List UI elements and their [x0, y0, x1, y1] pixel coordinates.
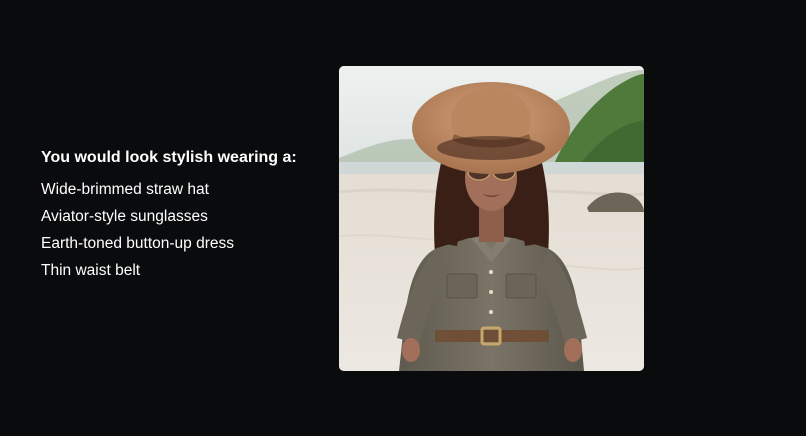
- portrait-photo: [339, 66, 644, 371]
- suggestions-heading: You would look stylish wearing a:: [41, 149, 297, 166]
- straw-hat: [412, 82, 570, 174]
- suggestion-item: Wide-brimmed straw hat: [41, 181, 209, 198]
- portrait-illustration: [339, 66, 644, 371]
- thin-belt: [435, 330, 549, 342]
- suggestion-item: Aviator-style sunglasses: [41, 208, 208, 225]
- suggestions-list: Wide-brimmed straw hat Aviator-style sun…: [41, 176, 321, 284]
- outfit-suggestions: You would look stylish wearing a: Wide-b…: [41, 146, 321, 284]
- suggestion-item: Thin waist belt: [41, 262, 141, 279]
- page: You would look stylish wearing a: Wide-b…: [0, 0, 806, 436]
- suggestion-item: Earth-toned button-up dress: [41, 235, 235, 252]
